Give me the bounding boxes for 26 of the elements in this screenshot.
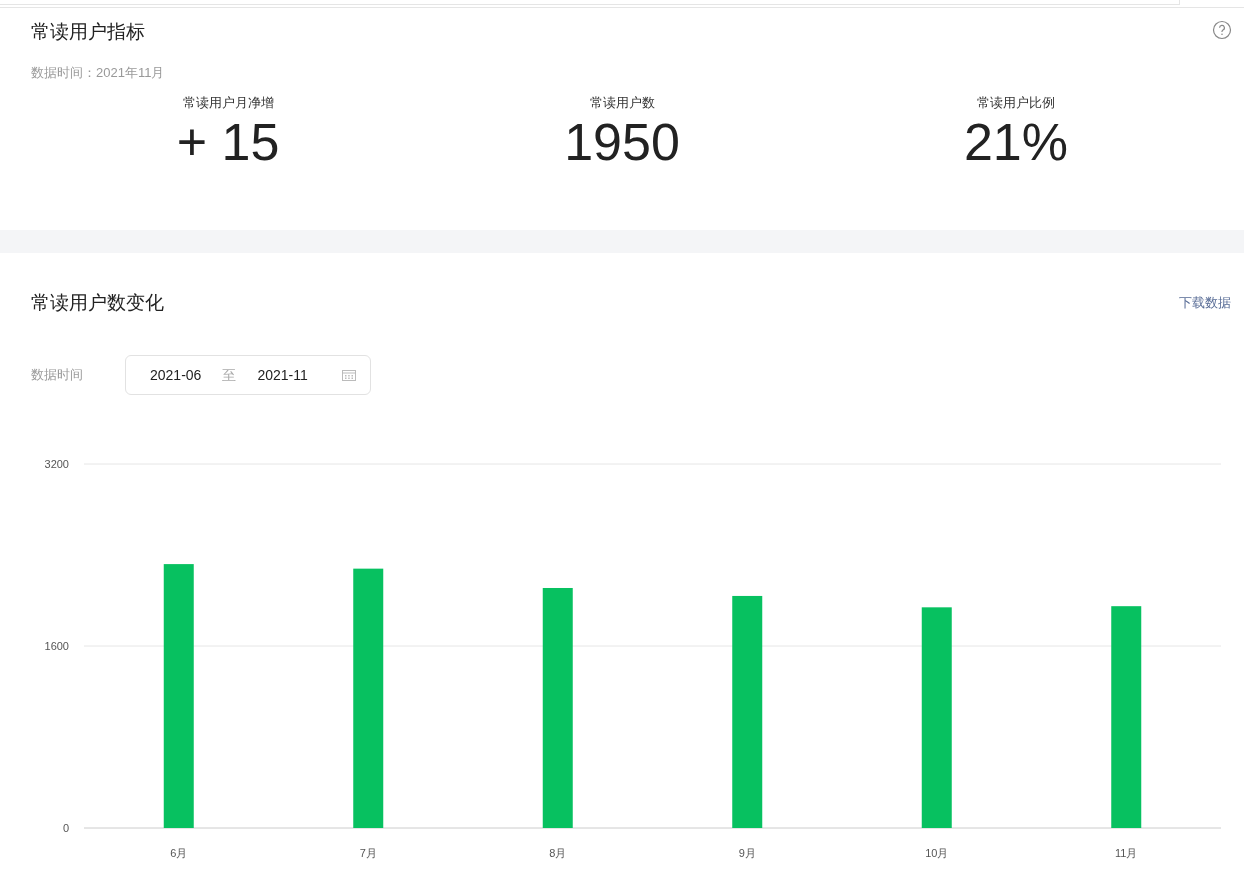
y-tick-label: 1600 [44, 640, 69, 652]
metric-value: + 15 [176, 112, 280, 172]
y-tick-label: 3200 [44, 458, 69, 470]
metric-value: 1950 [564, 112, 680, 172]
x-tick-label: 9月 [738, 847, 756, 859]
metric-value: 21% [963, 112, 1069, 172]
start-date: 2021-06 [150, 365, 202, 385]
x-tick-label: 7月 [359, 847, 377, 859]
date-range-picker[interactable]: 2021-06 至 2021-11 [125, 355, 371, 395]
x-tick-label: 8月 [549, 847, 567, 859]
x-tick-label: 10月 [925, 847, 949, 859]
range-separator: 至 [222, 365, 237, 385]
metric-label: 常读用户数 [589, 93, 655, 112]
end-date: 2021-11 [257, 365, 308, 385]
help-icon[interactable] [1212, 20, 1232, 40]
metric-label: 常读用户月净增 [182, 93, 274, 112]
x-tick-label: 6月 [170, 847, 188, 859]
section-title: 常读用户数变化 [31, 291, 164, 315]
download-data-link[interactable]: 下载数据 [1179, 293, 1231, 313]
section-title: 常读用户指标 [31, 20, 146, 44]
x-tick-label: 11月 [1115, 847, 1138, 859]
metric-label: 常读用户比例 [977, 93, 1055, 112]
calendar-icon [342, 369, 356, 381]
date-label: 数据时间 [31, 366, 84, 385]
data-time-text: 数据时间：2021年11月 [31, 64, 166, 82]
y-tick-label: 0 [62, 822, 69, 834]
